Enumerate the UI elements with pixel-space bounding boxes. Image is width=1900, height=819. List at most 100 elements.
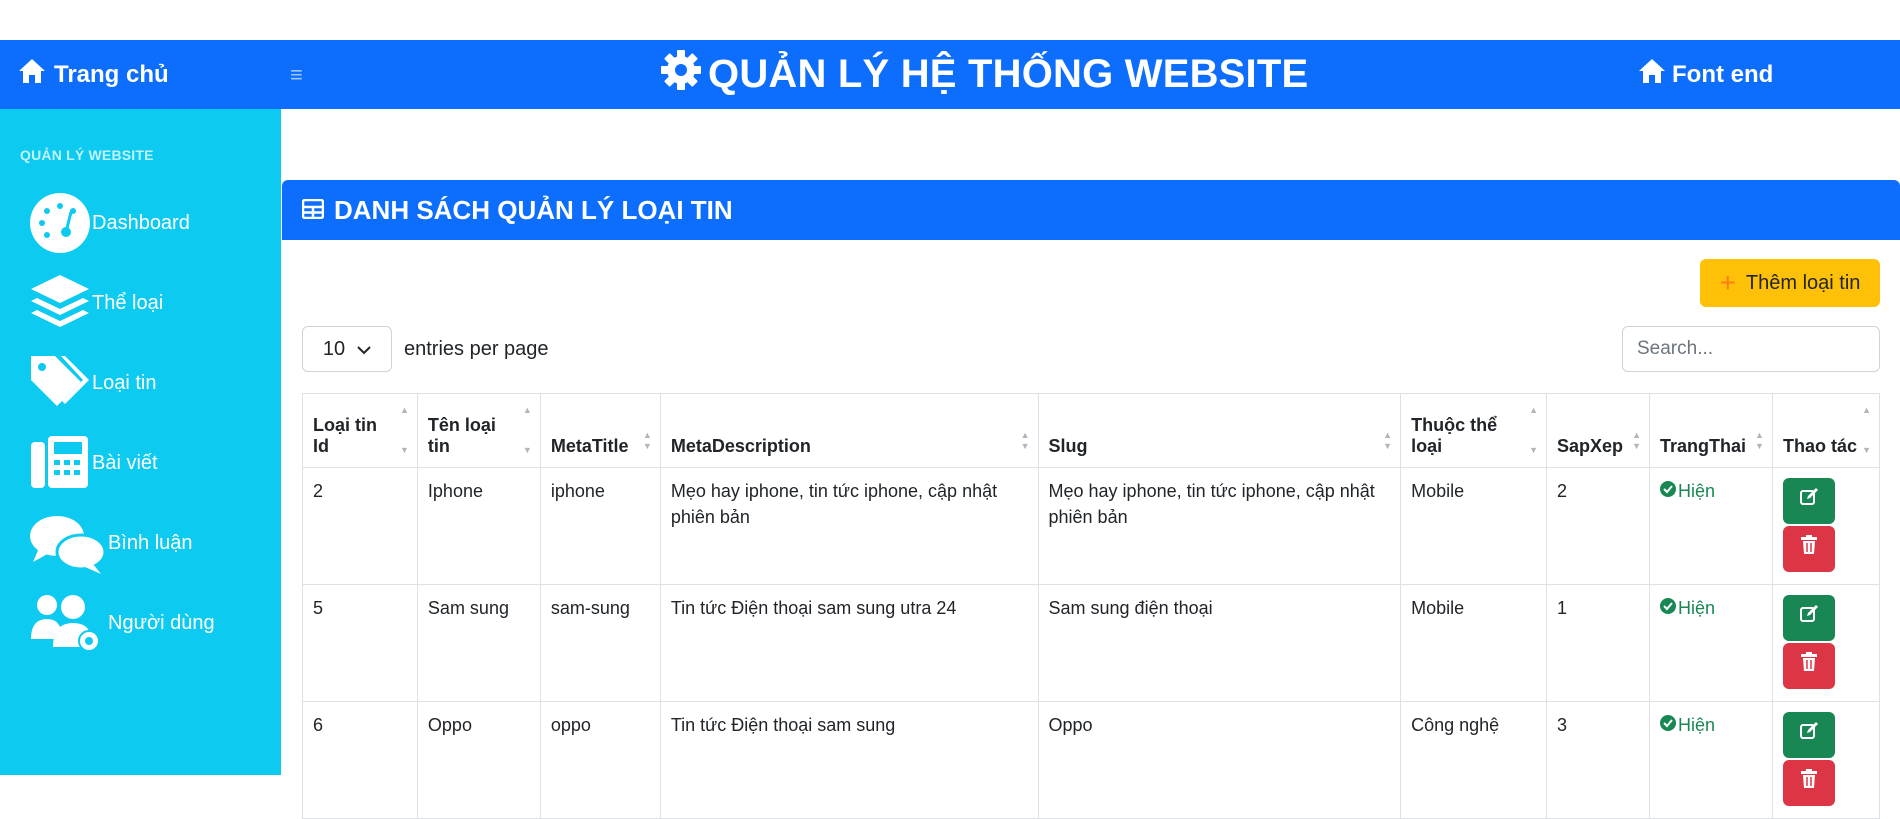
sidebar-item-label: Bình luận	[108, 531, 193, 554]
gear-icon	[660, 49, 702, 101]
top-blank-area	[0, 0, 1900, 40]
cell-name: Sam sung	[416, 584, 541, 702]
search-input[interactable]	[1622, 326, 1880, 372]
cell-meta-description: Tin tức Điện thoại sam sung utra 24	[659, 584, 1039, 702]
column-header[interactable]: TrangThai ▲ ▼	[1648, 393, 1773, 468]
cell-status: Hiện	[1648, 584, 1773, 702]
status-badge: Hiện	[1659, 595, 1762, 621]
sort-icon: ▲ ▼	[1755, 430, 1764, 451]
cell-category: Công nghệ	[1400, 701, 1547, 819]
brand-label: Trang chủ	[54, 60, 169, 88]
sort-icon: ▲ ▼	[522, 405, 532, 455]
delete-button[interactable]	[1782, 760, 1835, 806]
home-link[interactable]: Trang chủ	[18, 40, 169, 109]
sidebar-item-bai-viet[interactable]: Bài viết	[28, 431, 158, 495]
edit-button[interactable]	[1782, 595, 1835, 641]
frontend-label: Font end	[1672, 60, 1774, 88]
layers-icon	[28, 271, 92, 335]
column-header[interactable]: SapXep ▲ ▼	[1546, 393, 1650, 468]
home-icon	[1638, 58, 1666, 91]
cell-slug: Oppo	[1037, 701, 1402, 819]
cell-slug: Mẹo hay iphone, tin tức iphone, cập nhật…	[1037, 467, 1402, 585]
column-header[interactable]: Thao tác ▲ ▼	[1771, 393, 1881, 468]
sidebar-item-nguoi-dung[interactable]: Người dùng	[28, 591, 215, 655]
trash-icon	[1800, 769, 1818, 796]
cell-meta-title: sam-sung	[539, 584, 661, 702]
delete-button[interactable]	[1782, 643, 1835, 689]
card-header: DANH SÁCH QUẢN LÝ LOẠI TIN	[282, 180, 1900, 240]
tags-icon	[28, 351, 92, 415]
check-circle-icon	[1659, 478, 1676, 504]
entries-label: entries per page	[404, 337, 549, 360]
edit-button[interactable]	[1782, 478, 1835, 524]
sidebar-item-binh-luan[interactable]: Bình luận	[28, 511, 193, 575]
table-row: 6 Oppo oppo Tin tức Điện thoại sam sung …	[302, 701, 1881, 819]
cell-actions	[1771, 584, 1881, 702]
column-header[interactable]: Thuộc thể loại ▲ ▼	[1400, 393, 1547, 468]
column-header[interactable]: Loại tin Id ▲ ▼	[302, 393, 418, 468]
home-icon	[18, 58, 46, 91]
sidebar-item-label: Loại tin	[92, 371, 157, 394]
delete-button[interactable]	[1782, 526, 1835, 572]
column-header[interactable]: Slug ▲ ▼	[1037, 393, 1402, 468]
card-title: DANH SÁCH QUẢN LÝ LOẠI TIN	[334, 194, 733, 225]
sidebar-item-the-loai[interactable]: Thể loại	[28, 271, 163, 335]
cell-meta-title: iphone	[539, 467, 661, 585]
plus-icon: +	[1719, 267, 1736, 298]
sidebar-toggle-button[interactable]: ≡	[290, 40, 303, 109]
edit-icon	[1799, 604, 1819, 631]
app-title: QUẢN LÝ HỆ THỐNG WEBSITE	[660, 40, 1308, 109]
sidebar-item-label: Bài viết	[92, 451, 158, 474]
trash-icon	[1800, 652, 1818, 679]
comments-icon	[28, 511, 108, 575]
check-circle-icon	[1659, 595, 1676, 621]
table-icon	[301, 195, 325, 226]
cell-order: 3	[1546, 701, 1650, 819]
sort-icon: ▲ ▼	[1632, 430, 1641, 451]
status-badge: Hiện	[1659, 478, 1762, 504]
trash-icon	[1800, 535, 1818, 562]
dashboard-gauge-icon	[28, 191, 92, 255]
fax-icon	[28, 431, 92, 495]
sort-icon: ▲ ▼	[400, 405, 409, 455]
sort-icon: ▲ ▼	[1529, 405, 1538, 455]
check-circle-icon	[1659, 712, 1676, 738]
chevron-down-icon	[357, 338, 371, 361]
table-header-row: Loại tin Id ▲ ▼ Tên loại tin ▲ ▼ MetaTitle ▲ ▼…	[302, 393, 1881, 468]
table-row: 5 Sam sung sam-sung Tin tức Điện thoại s…	[302, 584, 1881, 702]
cell-meta-description: Mẹo hay iphone, tin tức iphone, cập nhật…	[659, 467, 1039, 585]
add-button-label: Thêm loại tin	[1745, 271, 1861, 294]
add-category-button[interactable]: + Thêm loại tin	[1700, 259, 1880, 307]
sort-icon: ▲ ▼	[642, 430, 652, 451]
edit-icon	[1799, 721, 1819, 748]
sort-icon: ▲ ▼	[1383, 430, 1393, 451]
menu-icon: ≡	[290, 61, 303, 87]
sort-icon: ▲ ▼	[1020, 430, 1030, 451]
cell-order: 2	[1546, 467, 1650, 585]
cell-meta-title: oppo	[539, 701, 661, 819]
edit-button[interactable]	[1782, 712, 1835, 758]
users-gear-icon	[28, 591, 108, 655]
column-header[interactable]: MetaDescription ▲ ▼	[659, 393, 1039, 468]
frontend-link[interactable]: Font end	[1638, 40, 1773, 109]
cell-id: 2	[302, 467, 418, 585]
sidebar-heading: QUẢN LÝ WEBSITE	[20, 147, 154, 163]
column-header[interactable]: MetaTitle ▲ ▼	[539, 393, 661, 468]
entries-per-page: 10 entries per page	[302, 326, 549, 372]
sidebar-item-loai-tin[interactable]: Loại tin	[28, 351, 157, 415]
cell-name: Oppo	[416, 701, 541, 819]
column-header[interactable]: Tên loại tin ▲ ▼	[416, 393, 541, 468]
top-navbar: Trang chủ ≡ QUẢN LÝ HỆ THỐNG WEBSITE Fon…	[0, 40, 1900, 109]
sort-icon: ▲ ▼	[1862, 405, 1871, 455]
cell-status: Hiện	[1648, 701, 1773, 819]
sidebar-item-label: Người dùng	[108, 611, 215, 634]
cell-name: Iphone	[416, 467, 541, 585]
status-badge: Hiện	[1659, 712, 1762, 738]
entries-select[interactable]: 10	[302, 326, 392, 372]
cell-status: Hiện	[1648, 467, 1773, 585]
cell-slug: Sam sung điện thoại	[1037, 584, 1402, 702]
cell-actions	[1771, 701, 1881, 819]
cell-id: 5	[302, 584, 418, 702]
sidebar-item-dashboard[interactable]: Dashboard	[28, 191, 190, 255]
cell-meta-description: Tin tức Điện thoại sam sung	[659, 701, 1039, 819]
